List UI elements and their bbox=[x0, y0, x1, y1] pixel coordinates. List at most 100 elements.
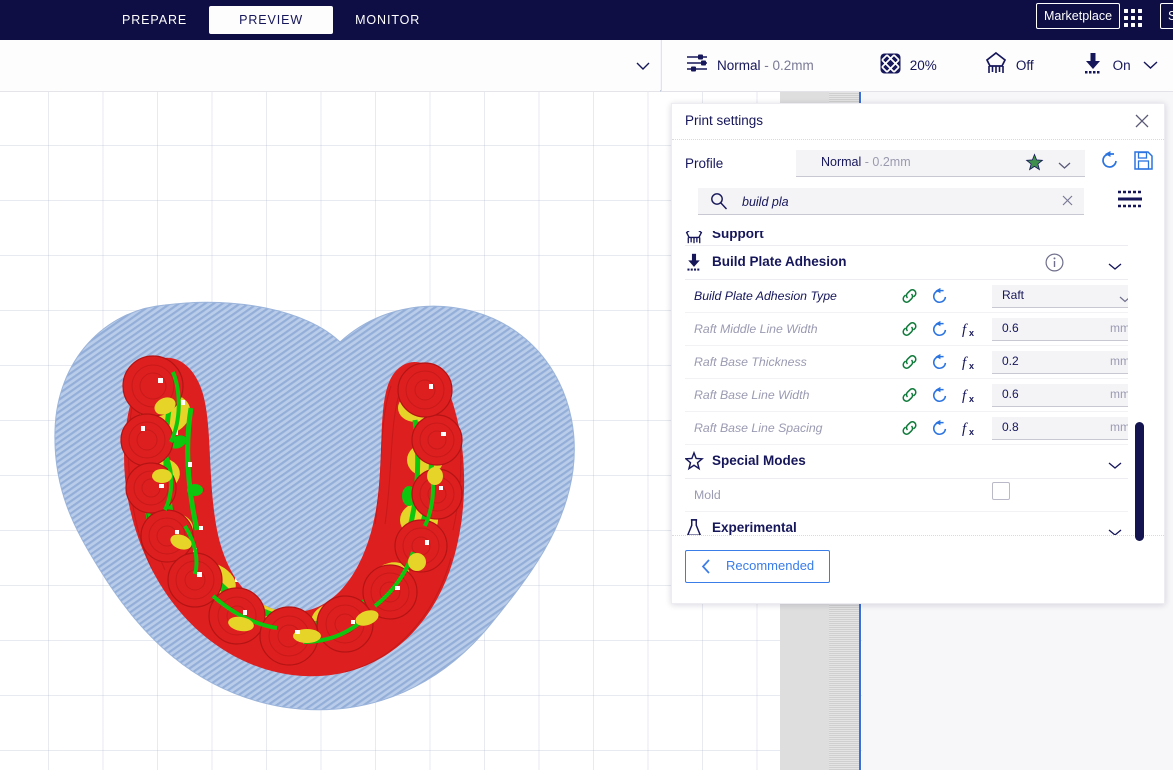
setting-value-field[interactable]: 0.2 mm bbox=[992, 351, 1128, 374]
setting-value-field[interactable]: 0.8 mm bbox=[992, 417, 1128, 440]
revert-icon[interactable] bbox=[931, 386, 949, 409]
setup-profile-label: Normal - 0.2mm bbox=[717, 58, 814, 73]
setting-value: 0.8 bbox=[1002, 420, 1019, 434]
app-top-bar: PREPARE PREVIEW MONITOR Marketplace Si bbox=[0, 0, 1173, 40]
support-icon bbox=[985, 51, 1007, 79]
stage-tabs: PREPARE PREVIEW MONITOR bbox=[100, 0, 442, 40]
setting-label: Raft Base Line Width bbox=[694, 388, 810, 402]
revert-icon[interactable] bbox=[931, 287, 949, 310]
category-special-modes[interactable]: Special Modes bbox=[685, 445, 1128, 479]
revert-icon[interactable] bbox=[931, 320, 949, 343]
category-support[interactable]: Support bbox=[685, 231, 1128, 246]
stage-tab-prepare[interactable]: PREPARE bbox=[100, 7, 209, 33]
setup-profile-item[interactable]: Normal - 0.2mm bbox=[686, 53, 814, 78]
setting-raft-base-thickness[interactable]: Raft Base Thickness fx 0.2 mm bbox=[685, 346, 1128, 379]
close-icon[interactable] bbox=[1133, 112, 1151, 130]
category-experimental-label: Experimental bbox=[712, 520, 797, 535]
page-title: Print settings bbox=[685, 113, 764, 128]
category-special-modes-chevron-down-icon[interactable] bbox=[1108, 457, 1122, 475]
stage-tab-monitor[interactable]: MONITOR bbox=[333, 7, 442, 33]
search-input[interactable] bbox=[740, 188, 1044, 216]
setup-infill-item[interactable]: 20% bbox=[880, 53, 937, 79]
svg-text:f: f bbox=[962, 421, 968, 437]
category-build-plate-adhesion[interactable]: Build Plate Adhesion bbox=[685, 246, 1128, 280]
setup-support-item[interactable]: Off bbox=[985, 51, 1034, 79]
settings-list[interactable]: Support Build Plate Adhesion Build Plate… bbox=[685, 231, 1128, 535]
recommended-button[interactable]: Recommended bbox=[685, 550, 830, 583]
setup-infill-value: 20% bbox=[909, 58, 937, 73]
search-box[interactable] bbox=[698, 188, 1084, 216]
profile-select-value: Normal - 0.2mm bbox=[821, 155, 911, 169]
star-icon[interactable] bbox=[1025, 153, 1044, 176]
setting-label: Raft Base Line Spacing bbox=[694, 421, 823, 435]
info-icon[interactable] bbox=[1045, 253, 1064, 277]
link-icon[interactable] bbox=[901, 288, 918, 309]
setting-value-field[interactable]: 0.6 mm bbox=[992, 384, 1128, 407]
link-icon[interactable] bbox=[901, 354, 918, 375]
category-experimental[interactable]: Experimental bbox=[685, 512, 1128, 535]
search-clear-icon[interactable] bbox=[1061, 194, 1074, 212]
revert-icon[interactable] bbox=[931, 419, 949, 442]
sliced-model-dental-arch[interactable] bbox=[45, 280, 590, 715]
flask-icon bbox=[685, 519, 703, 535]
setting-value: 0.6 bbox=[1002, 387, 1019, 401]
setting-value-field[interactable]: 0.6 mm bbox=[992, 318, 1128, 341]
link-icon[interactable] bbox=[901, 420, 918, 441]
hamburger-menu-icon[interactable] bbox=[1117, 188, 1143, 215]
search-row bbox=[672, 188, 1164, 224]
profile-chevron-down-icon[interactable] bbox=[1058, 157, 1071, 175]
svg-text:x: x bbox=[969, 394, 974, 404]
setting-unit: mm bbox=[1110, 321, 1128, 335]
category-build-plate-adhesion-label: Build Plate Adhesion bbox=[712, 254, 847, 269]
svg-text:x: x bbox=[969, 328, 974, 338]
setting-raft-middle-line-width[interactable]: Raft Middle Line Width fx 0.6 mm bbox=[685, 313, 1128, 346]
revert-icon[interactable] bbox=[931, 353, 949, 376]
revert-icon[interactable] bbox=[1100, 150, 1120, 175]
setting-unit: mm bbox=[1110, 420, 1128, 434]
settings-scrollbar[interactable] bbox=[1135, 422, 1144, 541]
save-icon[interactable] bbox=[1134, 151, 1153, 175]
category-experimental-chevron-down-icon[interactable] bbox=[1108, 524, 1122, 535]
setup-bar-chevron-down-icon[interactable] bbox=[1143, 57, 1158, 75]
view-strip-chevron-down-icon[interactable] bbox=[636, 58, 650, 76]
setting-raft-base-line-width[interactable]: Raft Base Line Width fx 0.6 mm bbox=[685, 379, 1128, 412]
formula-icon[interactable]: fx bbox=[962, 386, 979, 409]
setup-adhesion-value: On bbox=[1112, 58, 1131, 73]
support-icon bbox=[685, 231, 703, 244]
svg-text:f: f bbox=[962, 388, 968, 404]
formula-icon[interactable]: fx bbox=[962, 419, 979, 442]
category-special-modes-label: Special Modes bbox=[712, 453, 806, 468]
setting-label: Build Plate Adhesion Type bbox=[694, 289, 837, 303]
category-support-label: Support bbox=[712, 231, 764, 241]
category-build-plate-adhesion-chevron-down-icon[interactable] bbox=[1108, 258, 1122, 276]
sign-in-button[interactable]: Si bbox=[1160, 3, 1173, 29]
setup-support-value: Off bbox=[1015, 58, 1034, 73]
star-icon bbox=[685, 450, 704, 471]
view-toolbar-strip bbox=[0, 40, 660, 92]
setting-raft-base-line-spacing[interactable]: Raft Base Line Spacing fx 0.8 mm bbox=[685, 412, 1128, 445]
stage-tab-preview[interactable]: PREVIEW bbox=[209, 6, 334, 34]
setting-value-dropdown[interactable]: Raft bbox=[992, 285, 1128, 308]
setting-chevron-down-icon[interactable] bbox=[1119, 290, 1128, 308]
setup-adhesion-item[interactable]: On bbox=[1082, 52, 1131, 79]
print-settings-footer: Recommended bbox=[672, 535, 1164, 603]
profile-select[interactable]: Normal - 0.2mm bbox=[796, 150, 1085, 177]
link-icon[interactable] bbox=[901, 321, 918, 342]
mold-checkbox[interactable] bbox=[992, 482, 1010, 500]
setting-value: 0.2 bbox=[1002, 354, 1019, 368]
setting-mold[interactable]: Mold bbox=[685, 479, 1128, 512]
formula-icon[interactable]: fx bbox=[962, 320, 979, 343]
link-icon[interactable] bbox=[901, 387, 918, 408]
print-setup-selector-bar[interactable]: Normal - 0.2mm 20% Off On bbox=[661, 40, 1173, 92]
apps-grid-icon[interactable] bbox=[1124, 8, 1146, 30]
formula-icon[interactable]: fx bbox=[962, 353, 979, 376]
chevron-left-icon bbox=[701, 559, 711, 579]
svg-text:x: x bbox=[969, 427, 974, 437]
profile-row: Profile Normal - 0.2mm bbox=[672, 140, 1164, 188]
setting-label: Raft Middle Line Width bbox=[694, 322, 818, 336]
setting-unit: mm bbox=[1110, 354, 1128, 368]
marketplace-button[interactable]: Marketplace bbox=[1036, 3, 1121, 29]
recommended-button-label: Recommended bbox=[726, 558, 815, 573]
setting-build-plate-adhesion-type[interactable]: Build Plate Adhesion Type Raft bbox=[685, 280, 1128, 313]
search-icon bbox=[710, 192, 728, 215]
